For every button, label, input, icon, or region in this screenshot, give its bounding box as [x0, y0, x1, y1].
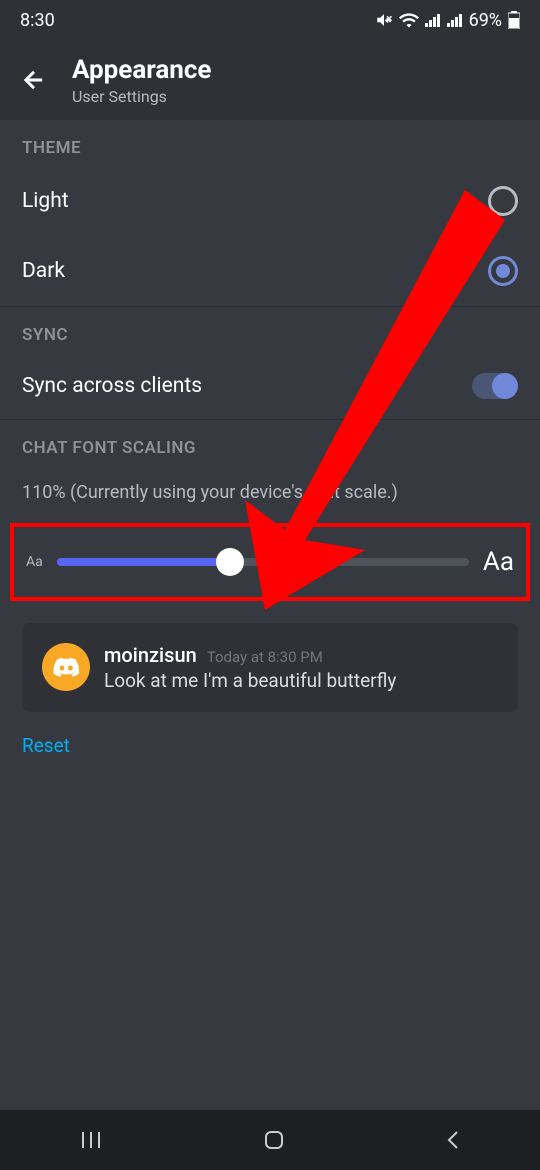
home-button[interactable]: [262, 1128, 286, 1152]
theme-light-label: Light: [22, 189, 69, 213]
page-subtitle: User Settings: [72, 87, 211, 106]
theme-light-radio[interactable]: [488, 186, 518, 216]
font-scale-slider-container: Aa Aa: [10, 523, 530, 601]
back-icon[interactable]: [20, 66, 48, 94]
message-preview: moinzisun Today at 8:30 PM Look at me I'…: [22, 623, 518, 712]
recents-button[interactable]: [79, 1130, 103, 1150]
preview-body: Look at me I'm a beautiful butterfly: [104, 669, 396, 692]
preview-timestamp: Today at 8:30 PM: [207, 648, 323, 666]
android-nav-bar: [0, 1110, 540, 1170]
font-scale-large-indicator: Aa: [483, 547, 514, 577]
theme-section-header: THEME: [0, 120, 540, 166]
font-scale-slider[interactable]: [57, 558, 469, 566]
page-title: Appearance: [72, 55, 211, 85]
sync-label: Sync across clients: [22, 374, 202, 398]
signal2-icon: [447, 13, 463, 27]
wifi-icon: [399, 12, 419, 28]
theme-dark-radio[interactable]: [488, 256, 518, 286]
avatar: [42, 643, 90, 691]
font-scale-status: 110% (Currently using your device's font…: [0, 466, 540, 519]
header: Appearance User Settings: [0, 40, 540, 120]
back-button[interactable]: [445, 1128, 461, 1152]
status-indicators: 69%: [375, 10, 520, 31]
theme-dark-row[interactable]: Dark: [0, 236, 540, 306]
font-scale-small-indicator: Aa: [26, 554, 43, 570]
sync-row[interactable]: Sync across clients: [0, 353, 540, 419]
slider-thumb[interactable]: [216, 548, 244, 576]
slider-fill: [57, 558, 230, 566]
preview-username: moinzisun: [104, 643, 197, 667]
mute-icon: [375, 11, 393, 29]
signal-icon: [425, 13, 441, 27]
discord-logo-icon: [53, 657, 79, 677]
sync-section-header: SYNC: [0, 307, 540, 353]
font-scaling-section-header: CHAT FONT SCALING: [0, 420, 540, 466]
battery-icon: [508, 11, 520, 29]
sync-toggle[interactable]: [472, 373, 518, 399]
status-bar: 8:30 69%: [0, 0, 540, 40]
battery-percent: 69%: [469, 10, 502, 31]
theme-dark-label: Dark: [22, 259, 65, 283]
reset-button[interactable]: Reset: [0, 734, 540, 757]
theme-light-row[interactable]: Light: [0, 166, 540, 236]
status-time: 8:30: [20, 10, 55, 31]
